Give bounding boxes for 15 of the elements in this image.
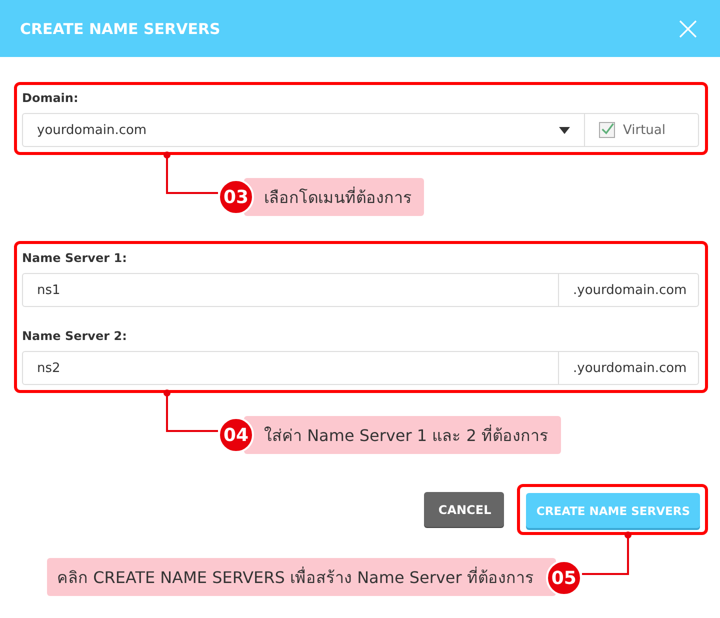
name-server-input[interactable]: ns1 xyxy=(22,273,559,307)
close-button[interactable] xyxy=(678,18,698,38)
name-server-input[interactable]: ns2 xyxy=(22,351,559,385)
caret-icon xyxy=(559,126,570,134)
name-server-label: Name Server 2: xyxy=(22,329,128,343)
name-server-label: Name Server 1: xyxy=(22,251,128,265)
cancel-button[interactable]: CANCEL xyxy=(424,492,504,527)
virtual-checkbox[interactable]: Virtual xyxy=(585,113,699,147)
domain-label: Domain: xyxy=(22,91,80,105)
leader-line xyxy=(582,531,632,575)
dialog-title: CREATE NAME SERVERS xyxy=(20,20,220,38)
close-icon xyxy=(678,18,698,38)
domain-suffix: .yourdomain.com xyxy=(559,273,699,307)
domain-suffix: .yourdomain.com xyxy=(559,351,699,385)
domain-select[interactable]: yourdomain.com xyxy=(22,113,585,147)
